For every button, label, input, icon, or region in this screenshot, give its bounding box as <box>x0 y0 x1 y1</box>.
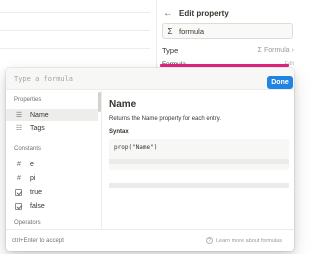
syntax-divider <box>109 159 289 164</box>
list-item-label: true <box>30 188 43 196</box>
list-item-false[interactable]: false <box>6 200 98 212</box>
list-item-label: Name <box>30 111 49 119</box>
list-item-pi[interactable]: # pi <box>6 172 98 184</box>
list-item-label: e <box>30 160 34 168</box>
edit-property-panel: ← Edit property Σ formula Type Σ Formula… <box>156 0 300 70</box>
detail-pane: Name Returns the Name property for each … <box>102 91 294 229</box>
formula-input[interactable] <box>10 71 260 87</box>
list-item-label: false <box>30 202 45 210</box>
divider <box>0 48 150 49</box>
highlight-bar <box>160 64 289 67</box>
keyboard-hint: ctrl+Enter to accept <box>12 238 64 244</box>
done-button[interactable]: Done <box>267 76 293 89</box>
panel-title: Edit property <box>179 8 229 18</box>
text-lines-icon: ☰ <box>15 112 23 119</box>
list-item-true[interactable]: true <box>6 186 98 198</box>
syntax-heading: Syntax <box>109 129 129 135</box>
formula-reference-list: Properties ☰ Name ☷ Tags Constants # e #… <box>6 91 99 229</box>
type-value-label: Formula <box>263 46 290 54</box>
list-item-e[interactable]: # e <box>6 158 98 170</box>
section-header-properties: Properties <box>14 97 42 103</box>
divider <box>0 30 150 31</box>
page-background <box>0 0 150 70</box>
type-label: Type <box>162 45 179 55</box>
list-item-label: pi <box>30 174 36 182</box>
list-item-label: Tags <box>30 124 45 132</box>
formula-input-bar: Done <box>6 68 294 90</box>
sigma-icon: Σ <box>257 46 262 54</box>
help-circle-icon: ? <box>206 237 213 244</box>
learn-more-label: Learn more about formulas <box>216 237 283 244</box>
list-item-tags[interactable]: ☷ Tags <box>6 122 98 134</box>
hash-icon: # <box>17 174 21 182</box>
detail-description: Returns the Name property for each entry… <box>109 116 221 122</box>
sigma-icon: Σ <box>167 26 173 36</box>
property-type-row[interactable]: Type Σ Formula › <box>162 44 294 56</box>
formula-editor-modal: Done Properties ☰ Name ☷ Tags Constants … <box>6 68 294 251</box>
list-item-name[interactable]: ☰ Name <box>6 109 98 121</box>
section-header-operators: Operators <box>14 220 41 226</box>
chevron-right-icon: › <box>291 46 294 54</box>
checkbox-checked-icon <box>15 188 22 196</box>
back-arrow-icon[interactable]: ← <box>163 8 175 19</box>
hash-icon: # <box>17 160 21 168</box>
section-header-constants: Constants <box>14 146 42 152</box>
syntax-code: prop("Name") <box>114 144 158 151</box>
property-name-field[interactable]: Σ formula <box>162 23 293 39</box>
checkbox-checked-icon <box>15 202 22 210</box>
editor-footer: ctrl+Enter to accept ? Learn more about … <box>6 229 294 251</box>
learn-more-link[interactable]: ? Learn more about formulas <box>206 237 282 244</box>
example-divider <box>109 183 289 188</box>
type-value[interactable]: Σ Formula › <box>258 47 294 54</box>
detail-title: Name <box>109 99 137 110</box>
panel-header: ← Edit property <box>163 6 229 20</box>
list-icon: ☷ <box>15 125 23 132</box>
syntax-block: prop("Name") <box>109 139 289 170</box>
divider <box>0 12 150 13</box>
property-name-value[interactable]: formula <box>179 27 204 36</box>
